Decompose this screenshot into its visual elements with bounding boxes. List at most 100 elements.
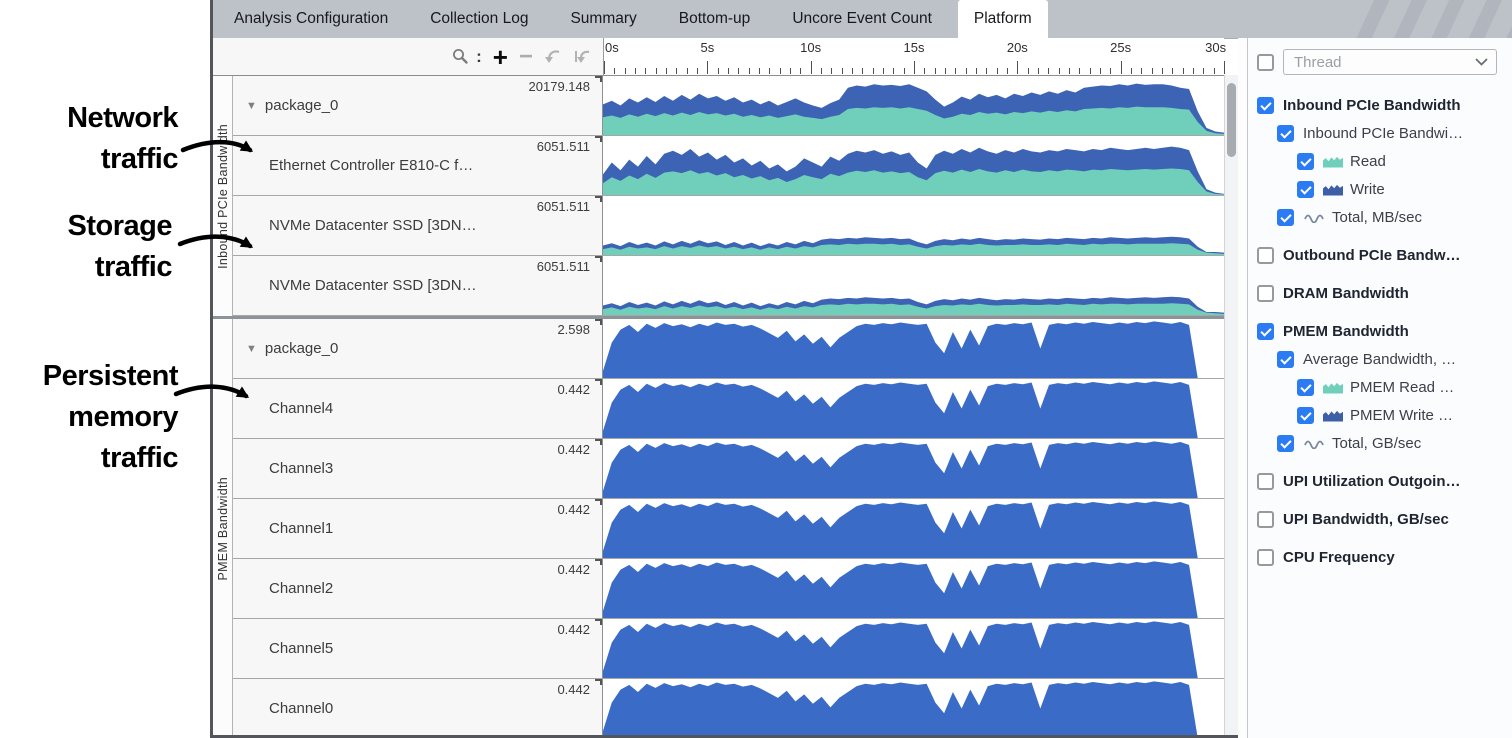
table-row[interactable]: ▼ package_0 2.598 <box>233 319 1224 379</box>
checkbox[interactable] <box>1257 511 1274 528</box>
undo-zoom-icon[interactable] <box>544 49 562 64</box>
panel-item-upi-utilization[interactable]: UPI Utilization Outgoin… <box>1248 467 1512 495</box>
zoom-separator: : <box>476 47 482 67</box>
table-row[interactable]: Channel0 0.442 <box>233 679 1224 735</box>
table-row[interactable]: NVMe Datacenter SSD [3DN… 6051.511 <box>233 256 1224 316</box>
panel-item-write[interactable]: Write <box>1248 175 1512 203</box>
checkbox[interactable] <box>1297 181 1314 198</box>
checkbox[interactable] <box>1297 153 1314 170</box>
table-row[interactable]: ▼ package_0 20179.148 <box>233 76 1224 136</box>
tab-summary[interactable]: Summary <box>554 0 652 38</box>
bandwidth-chart[interactable] <box>603 196 1224 255</box>
bandwidth-chart[interactable] <box>603 559 1224 618</box>
zoom-magnifier-icon[interactable] <box>452 48 469 65</box>
row-label-cell[interactable]: NVMe Datacenter SSD [3DN… 6051.511 <box>233 196 603 255</box>
panel-item-read[interactable]: Read <box>1248 147 1512 175</box>
axis-max-value: 0.442 <box>557 622 590 637</box>
thread-select[interactable]: Thread <box>1283 49 1497 75</box>
row-label-cell[interactable]: Channel4 0.442 <box>233 379 603 438</box>
row-label-cell[interactable]: Channel3 0.442 <box>233 439 603 498</box>
axis-max-mark <box>595 439 602 445</box>
axis-max-value: 0.442 <box>557 682 590 697</box>
table-row[interactable]: NVMe Datacenter SSD [3DN… 6051.511 <box>233 196 1224 256</box>
chevron-down-icon <box>1475 58 1488 66</box>
zoom-to-selection-icon[interactable] <box>573 49 591 64</box>
checkbox[interactable] <box>1297 379 1314 396</box>
panel-item-total-gb-sec[interactable]: Total, GB/sec <box>1248 429 1512 457</box>
table-row[interactable]: Channel3 0.442 <box>233 439 1224 499</box>
total-line-icon <box>1303 211 1325 223</box>
collapse-triangle-icon[interactable]: ▼ <box>246 343 257 355</box>
row-label-cell[interactable]: Channel0 0.442 <box>233 679 603 735</box>
panel-item-label: Outbound PCIe Bandw… <box>1283 247 1461 264</box>
axis-max-mark <box>595 559 602 565</box>
panel-item-pmem-bandwidth[interactable]: PMEM Bandwidth <box>1248 317 1512 345</box>
bandwidth-chart[interactable] <box>603 619 1224 678</box>
tab-bottom-up[interactable]: Bottom-up <box>663 0 767 38</box>
panel-item-average-bandwidth[interactable]: Average Bandwidth, … <box>1248 345 1512 373</box>
zoom-out-button[interactable]: − <box>519 47 533 67</box>
thread-checkbox[interactable] <box>1257 54 1274 71</box>
bandwidth-chart[interactable] <box>603 679 1224 735</box>
axis-max-mark <box>595 379 602 385</box>
checkbox[interactable] <box>1257 285 1274 302</box>
panel-item-pmem-write[interactable]: PMEM Write … <box>1248 401 1512 429</box>
panel-item-inbound-pcie-bandwidth[interactable]: Inbound PCIe Bandwidth <box>1248 91 1512 119</box>
tab-analysis-configuration[interactable]: Analysis Configuration <box>218 0 404 38</box>
zoom-in-button[interactable]: + <box>493 47 508 67</box>
bandwidth-chart[interactable] <box>603 439 1224 498</box>
panel-item-inbound-pcie-bandwidth-sub[interactable]: Inbound PCIe Bandwi… <box>1248 119 1512 147</box>
row-label-cell[interactable]: Channel5 0.442 <box>233 619 603 678</box>
bandwidth-chart[interactable] <box>603 319 1224 378</box>
panel-item-cpu-frequency[interactable]: CPU Frequency <box>1248 543 1512 571</box>
axis-max-value: 0.442 <box>557 382 590 397</box>
panel-item-dram-bandwidth[interactable]: DRAM Bandwidth <box>1248 279 1512 307</box>
time-ruler[interactable]: 0s5s10s15s20s25s30s <box>603 38 1224 75</box>
checkbox[interactable] <box>1257 247 1274 264</box>
table-row[interactable]: Ethernet Controller E810-C f… 6051.511 <box>233 136 1224 196</box>
table-row[interactable]: Channel2 0.442 <box>233 559 1224 619</box>
checkbox[interactable] <box>1277 209 1294 226</box>
write-area-icon <box>1323 409 1343 422</box>
panel-item-pmem-read[interactable]: PMEM Read … <box>1248 373 1512 401</box>
panel-item-label: UPI Bandwidth, GB/sec <box>1283 511 1449 528</box>
ruler-labels: 0s5s10s15s20s25s30s <box>604 40 1224 58</box>
row-label-cell[interactable]: ▼ package_0 20179.148 <box>233 76 603 135</box>
checkbox[interactable] <box>1257 473 1274 490</box>
checkbox[interactable] <box>1257 97 1274 114</box>
scrollbar-thumb[interactable] <box>1227 83 1236 157</box>
table-row[interactable]: Channel1 0.442 <box>233 499 1224 559</box>
checkbox[interactable] <box>1277 435 1294 452</box>
row-label-cell[interactable]: Channel2 0.442 <box>233 559 603 618</box>
panel-item-label: Inbound PCIe Bandwidth <box>1283 97 1460 114</box>
checkbox[interactable] <box>1277 125 1294 142</box>
row-label-cell[interactable]: Channel1 0.442 <box>233 499 603 558</box>
row-label-cell[interactable]: NVMe Datacenter SSD [3DN… 6051.511 <box>233 256 603 315</box>
axis-max-value: 0.442 <box>557 442 590 457</box>
row-label-cell[interactable]: ▼ package_0 2.598 <box>233 319 603 378</box>
panel-item-upi-bandwidth[interactable]: UPI Bandwidth, GB/sec <box>1248 505 1512 533</box>
checkbox[interactable] <box>1257 549 1274 566</box>
panel-item-total-mb-sec[interactable]: Total, MB/sec <box>1248 203 1512 231</box>
table-row[interactable]: Channel5 0.442 <box>233 619 1224 679</box>
vertical-scrollbar[interactable] <box>1224 75 1238 738</box>
tab-uncore-event-count[interactable]: Uncore Event Count <box>776 0 948 38</box>
tab-collection-log[interactable]: Collection Log <box>414 0 544 38</box>
bandwidth-chart[interactable] <box>603 136 1224 195</box>
collapse-triangle-icon[interactable]: ▼ <box>246 100 257 112</box>
table-row[interactable]: Channel4 0.442 <box>233 379 1224 439</box>
row-label-cell[interactable]: Ethernet Controller E810-C f… 6051.511 <box>233 136 603 195</box>
bandwidth-chart[interactable] <box>603 76 1224 135</box>
tab-platform[interactable]: Platform <box>958 0 1048 38</box>
section-inbound-pcie: Inbound PCIe Bandwidth ▼ package_0 20179… <box>213 76 1224 316</box>
axis-max-mark <box>595 499 602 505</box>
bandwidth-chart[interactable] <box>603 499 1224 558</box>
bandwidth-chart[interactable] <box>603 379 1224 438</box>
axis-max-mark <box>595 679 602 685</box>
axis-max-value: 6051.511 <box>537 139 590 154</box>
checkbox[interactable] <box>1277 351 1294 368</box>
bandwidth-chart[interactable] <box>603 256 1224 315</box>
panel-item-outbound-pcie-bandwidth[interactable]: Outbound PCIe Bandw… <box>1248 241 1512 269</box>
checkbox[interactable] <box>1297 407 1314 424</box>
checkbox[interactable] <box>1257 323 1274 340</box>
